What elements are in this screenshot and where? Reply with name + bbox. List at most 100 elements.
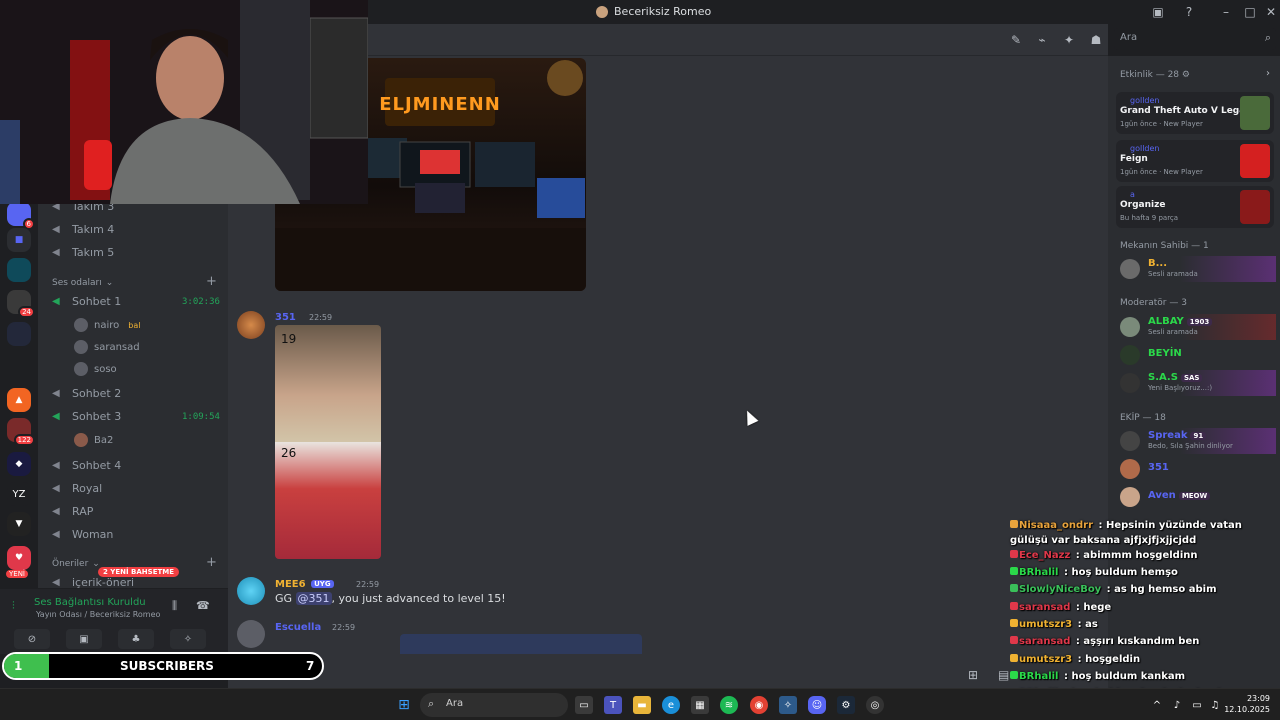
server-yz[interactable]: YZ xyxy=(7,482,31,506)
server-icon[interactable] xyxy=(7,258,31,282)
member-row[interactable]: B... Sesli aramada xyxy=(1116,256,1276,282)
camera-button[interactable]: ⊘ xyxy=(14,629,50,649)
channel-woman[interactable]: ◀ Woman xyxy=(52,528,113,541)
gif-icon[interactable]: ▤ xyxy=(998,668,1009,682)
member-name: Spreak xyxy=(1148,430,1188,441)
overlay-chat-text: hege xyxy=(1083,602,1112,613)
taskbar-search[interactable]: ⌕ Ara xyxy=(420,693,568,717)
channel-label: RAP xyxy=(72,505,94,518)
app-icon[interactable]: ✧ xyxy=(779,696,797,714)
author-avatar[interactable] xyxy=(237,620,265,648)
mic-icon[interactable]: ♪ xyxy=(1168,696,1186,714)
voice-user[interactable]: saransad xyxy=(74,340,140,354)
channel-royal[interactable]: ◀ Royal xyxy=(52,482,102,495)
server-icon[interactable]: ▼ xyxy=(7,512,31,536)
folder-icon[interactable]: ■ xyxy=(7,228,31,252)
activity-button[interactable]: ♣ xyxy=(118,629,154,649)
obs-icon[interactable]: ◎ xyxy=(866,696,884,714)
member-row[interactable]: S.A.S SAS Yeni Başlıyoruz...:) xyxy=(1116,370,1276,396)
category-voice-rooms[interactable]: Ses odaları ⌄ xyxy=(52,278,113,288)
member-list-icon[interactable]: ☗ xyxy=(1088,32,1104,48)
spotify-icon[interactable]: ≋ xyxy=(720,696,738,714)
channel-sohbet-1[interactable]: ◀ Sohbet 1 3:02:36 xyxy=(52,295,220,308)
activity-card[interactable]: a Organize Bu hafta 9 parça xyxy=(1116,186,1274,228)
channel-sohbet-4[interactable]: ◀ Sohbet 4 xyxy=(52,459,121,472)
user-mention[interactable]: @351 xyxy=(295,592,332,605)
overlay-chat-line: BRhalil : hoş buldum hemşo xyxy=(1010,567,1178,578)
channel-takim-4[interactable]: ◀ Takım 4 xyxy=(52,223,114,236)
member-row[interactable]: Spreak 91 Bedo, Sıla Şahin dinliyor xyxy=(1116,428,1276,454)
channel-rap[interactable]: ◀ RAP xyxy=(52,505,93,518)
subscribers-goal-bar: 1 SUBSCRIBERS 7 xyxy=(2,652,324,680)
channel-sohbet-2[interactable]: ◀ Sohbet 2 xyxy=(52,387,121,400)
voice-status[interactable]: Ses Bağlantısı Kuruldu xyxy=(34,597,146,608)
noise-suppression-icon[interactable]: ⫼ xyxy=(172,599,177,613)
server-icon[interactable]: ♥ xyxy=(7,546,31,570)
escuella-image[interactable] xyxy=(400,634,642,654)
channel-suggestion[interactable]: ◀ içerik-öneri xyxy=(52,576,134,588)
member-status: Sesli aramada xyxy=(1148,328,1198,336)
activity-card[interactable]: gollden Grand Theft Auto V Legacy 1gün ö… xyxy=(1116,92,1274,134)
soundboard-button[interactable]: ✧ xyxy=(170,629,206,649)
gift-icon[interactable]: ⊞ xyxy=(968,668,978,682)
chat-badge-icon xyxy=(1010,654,1018,662)
edge-icon[interactable]: e xyxy=(662,696,680,714)
server-icon[interactable] xyxy=(7,322,31,346)
gear-icon[interactable]: ⚙ xyxy=(1182,70,1190,80)
server-icon[interactable]: ▲ xyxy=(7,388,31,412)
server-icon[interactable]: 122 xyxy=(7,418,35,446)
minimize-icon[interactable]: – xyxy=(1217,3,1235,21)
member-row[interactable]: BEYİN xyxy=(1116,342,1276,368)
voice-user[interactable]: Ba2 xyxy=(74,433,113,447)
system-clock[interactable]: 23:09 12.10.2025 xyxy=(1224,693,1270,715)
message-author[interactable]: 351 xyxy=(275,312,296,323)
channel-takim-5[interactable]: ◀ Takım 5 xyxy=(52,246,114,259)
chevron-right-icon[interactable]: › xyxy=(1266,68,1270,79)
message-author[interactable]: MEE6 UYG xyxy=(275,579,334,590)
network-icon[interactable]: ▭ xyxy=(1188,696,1206,714)
voice-user[interactable]: soso xyxy=(74,362,117,376)
author-avatar[interactable] xyxy=(237,311,265,339)
steam-icon[interactable]: ⚙ xyxy=(837,696,855,714)
chrome-icon[interactable]: ◉ xyxy=(750,696,768,714)
mute-icon[interactable]: ⌁ xyxy=(1034,32,1050,48)
overlay-chat-text: hoş buldum kankam xyxy=(1071,671,1186,682)
member-row[interactable]: ALBAY 1903 Sesli aramada xyxy=(1116,314,1276,340)
close-icon[interactable]: ✕ xyxy=(1262,3,1280,21)
server-icon[interactable]: 24 xyxy=(7,290,35,318)
server-icon[interactable]: ◆ xyxy=(7,452,31,476)
member-row[interactable]: 351 xyxy=(1116,456,1276,482)
store-icon[interactable]: ▦ xyxy=(691,696,709,714)
volume-icon[interactable]: ♫ xyxy=(1206,696,1224,714)
add-channel-icon[interactable]: + xyxy=(206,555,217,570)
inbox-icon[interactable]: ▣ xyxy=(1149,3,1167,21)
windows-start-icon[interactable]: ⊞ xyxy=(395,696,413,714)
task-view-icon[interactable]: ▭ xyxy=(575,696,593,714)
threads-icon[interactable]: ✎ xyxy=(1008,32,1024,48)
chat-badge-icon xyxy=(1010,602,1018,610)
activity-user: gollden xyxy=(1130,144,1160,153)
tray-chevron-icon[interactable]: ^ xyxy=(1148,696,1166,714)
voice-user-name: saransad xyxy=(94,341,140,353)
mee6-avatar[interactable] xyxy=(237,577,265,605)
help-icon[interactable]: ? xyxy=(1180,3,1198,21)
screenshare-button[interactable]: ▣ xyxy=(66,629,102,649)
disconnect-icon[interactable]: ☎ xyxy=(196,599,210,612)
server-icon[interactable]: 6 xyxy=(7,202,35,230)
maximize-icon[interactable]: □ xyxy=(1241,3,1259,21)
voice-user[interactable]: nairo bal xyxy=(74,318,144,332)
discord-icon[interactable]: ☺ xyxy=(808,696,826,714)
add-channel-icon[interactable]: + xyxy=(206,274,217,289)
teams-icon[interactable]: T xyxy=(604,696,622,714)
search-input[interactable]: Ara ⌕ xyxy=(1114,28,1276,50)
member-tag: 1903 xyxy=(1186,318,1213,326)
new-mentions-badge[interactable]: 2 YENİ BAHSETME xyxy=(98,567,180,577)
message-author[interactable]: Escuella xyxy=(275,622,321,633)
channel-sohbet-3[interactable]: ◀ Sohbet 3 1:09:54 xyxy=(52,410,220,423)
pin-icon[interactable]: ✦ xyxy=(1061,32,1077,48)
file-explorer-icon[interactable]: ▬ xyxy=(633,696,651,714)
collage-image[interactable]: 19 26 xyxy=(275,325,381,559)
category-suggestions[interactable]: Öneriler ⌄ xyxy=(52,559,100,569)
activity-card[interactable]: gollden Feign 1gün önce · New Player xyxy=(1116,140,1274,182)
member-row[interactable]: Aven MEOW xyxy=(1116,484,1276,510)
